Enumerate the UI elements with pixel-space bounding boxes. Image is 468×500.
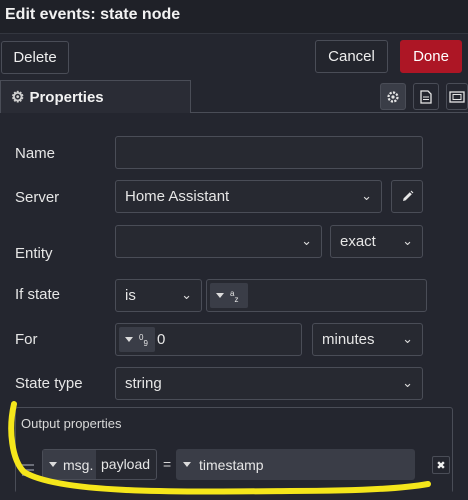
annotation-stroke [8, 401, 431, 495]
highlight-annotation [8, 401, 431, 495]
